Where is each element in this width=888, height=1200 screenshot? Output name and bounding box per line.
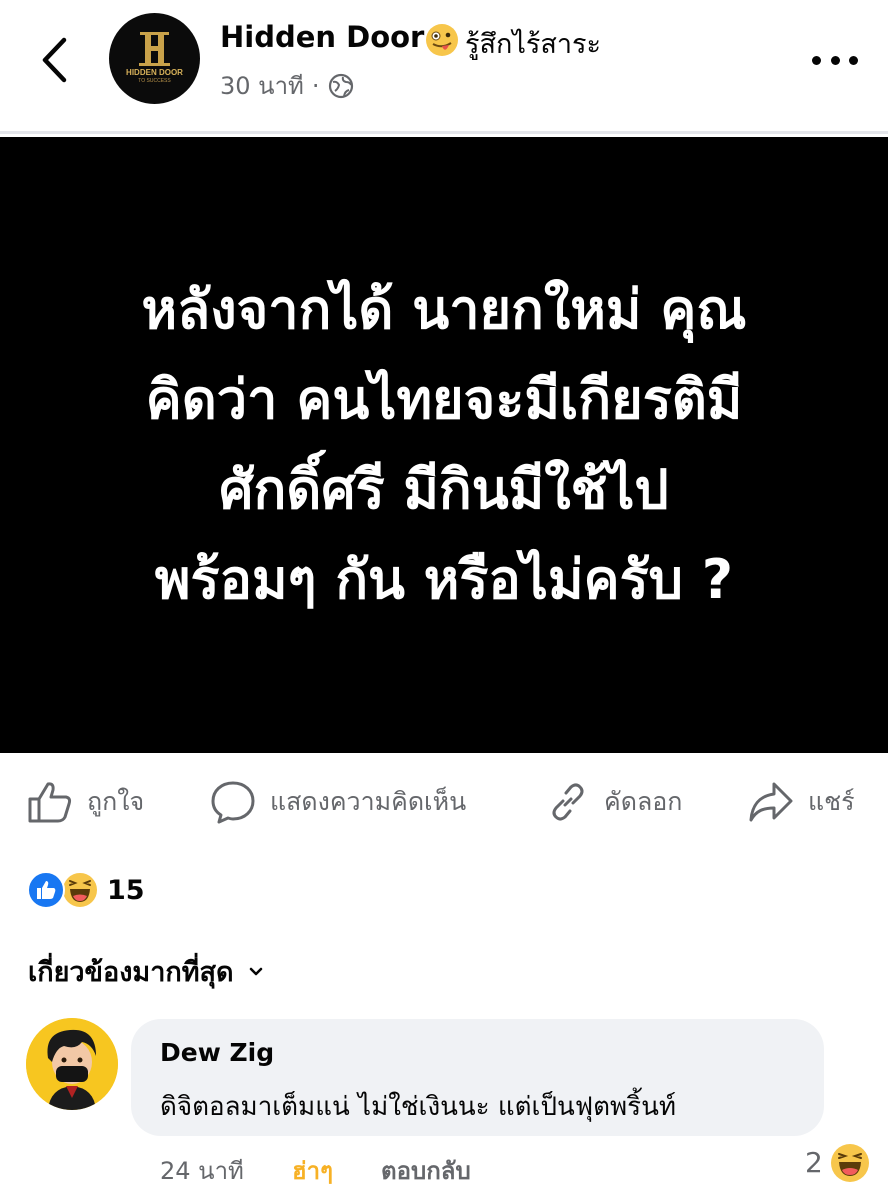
reaction-summary[interactable]: 15 (27, 870, 145, 910)
chevron-left-icon (42, 37, 67, 83)
more-options-button[interactable] (812, 50, 858, 70)
chevron-down-icon (249, 967, 262, 975)
like-button[interactable]: ถูกใจ (27, 778, 144, 826)
post-image-text-container: หลังจากได้ นายกใหม่ คุณ คิดว่า คนไทยจะมี… (0, 137, 888, 753)
globe-icon (328, 73, 353, 98)
post-meta: 30 นาที · (220, 66, 354, 105)
feeling-label: รู้สึกไร้สาระ (465, 29, 602, 60)
comment-reaction-count[interactable]: 2 (805, 1146, 823, 1179)
haha-reaction-icon (61, 871, 99, 909)
comment-button[interactable]: แสดงความคิดเห็น (210, 778, 466, 826)
post-time[interactable]: 30 นาที (220, 66, 304, 105)
comment-author[interactable]: Dew Zig (160, 1038, 274, 1067)
commenter-avatar[interactable] (26, 1018, 118, 1110)
page-name[interactable]: Hidden Door (220, 20, 424, 54)
share-button[interactable]: แชร์ (748, 778, 855, 826)
share-arrow-icon (749, 782, 793, 822)
silly-face-emoji-icon (426, 24, 458, 56)
haha-reaction-icon (831, 1144, 869, 1182)
copy-label: คัดลอก (604, 787, 683, 816)
comment-text: ดิจิตอลมาเต็มแน่ ไม่ใช่เงินนะ แต่เป็นฟุต… (160, 1092, 677, 1122)
comment-label: แสดงความคิดเห็น (270, 787, 467, 816)
share-label: แชร์ (808, 787, 855, 816)
hidden-door-logo (139, 32, 170, 66)
post-image-text: หลังจากได้ นายกใหม่ คุณ คิดว่า คนไทยจะมี… (141, 278, 747, 611)
comment-sort-dropdown[interactable]: เกี่ยวข้องมากที่สุด (28, 950, 264, 993)
like-reaction-icon (27, 871, 65, 909)
dot-icon (812, 55, 821, 65)
logo-text: HIDDEN DOOR (126, 68, 183, 77)
link-icon (552, 783, 584, 821)
logo-subtext: TO SUCCESS (138, 78, 171, 84)
copy-link-button[interactable]: คัดลอก (546, 778, 682, 826)
back-button[interactable] (30, 34, 78, 86)
thumbs-up-icon (28, 782, 72, 823)
dot-icon (849, 55, 858, 65)
speech-bubble-icon (211, 781, 255, 824)
comment-time: 24 นาที (160, 1157, 244, 1185)
dot-icon (830, 55, 840, 65)
sort-label: เกี่ยวข้องมากที่สุด (28, 957, 234, 988)
page-avatar[interactable]: HIDDEN DOOR TO SUCCESS (109, 13, 200, 104)
like-label: ถูกใจ (87, 787, 145, 816)
cartoon-avatar-image (26, 1018, 118, 1110)
comment-react-button[interactable]: ฮ่าๆ (292, 1151, 333, 1190)
reaction-count: 15 (107, 874, 145, 906)
meta-separator: · (311, 71, 320, 100)
comment-reply-button[interactable]: ตอบกลับ (381, 1151, 471, 1190)
header-divider (0, 131, 888, 134)
